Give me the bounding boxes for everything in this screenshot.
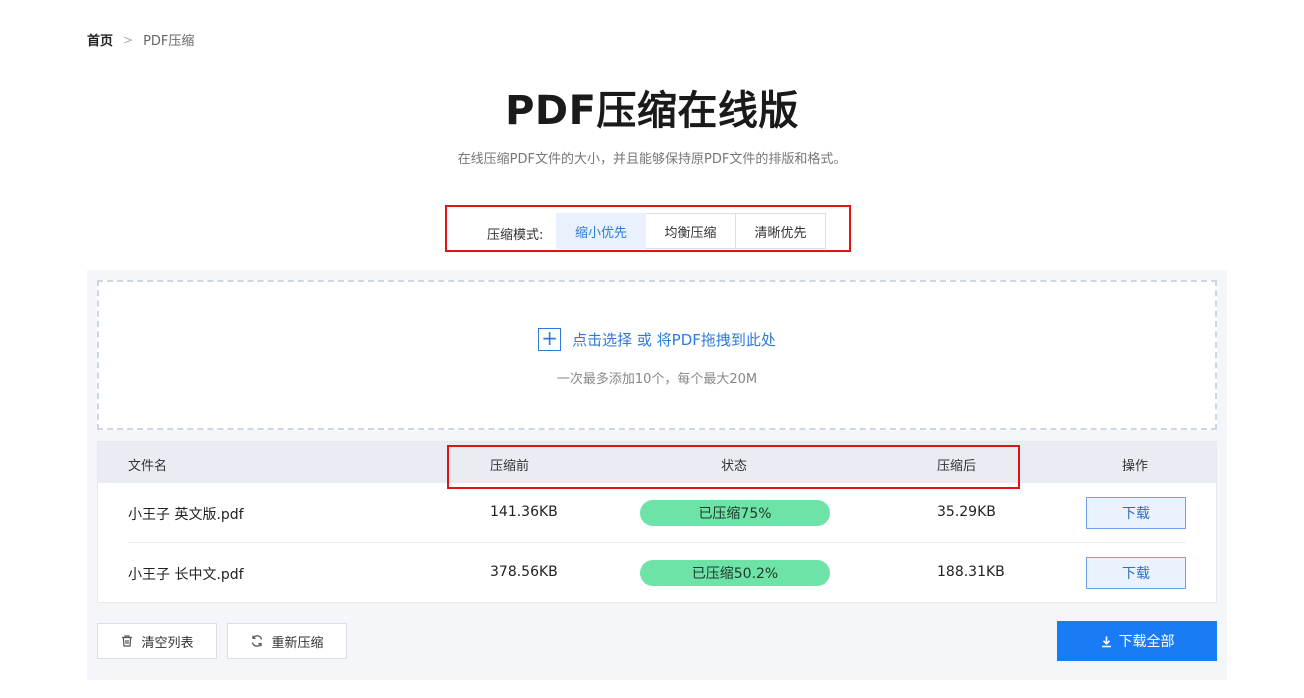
row-filename: 小王子 英文版.pdf <box>128 507 244 523</box>
highlight-frame-columns <box>447 445 1020 489</box>
page-title: PDF压缩在线版 <box>505 88 799 134</box>
recompress-label[interactable]: 重新压缩 <box>271 632 323 651</box>
row-size-after: 188.31KB <box>937 564 1005 580</box>
download-all-button[interactable]: 下载全部 <box>1057 621 1217 661</box>
trash-icon <box>120 634 134 648</box>
row-size-before: 141.36KB <box>490 504 558 520</box>
breadcrumb: 首页 > PDF压缩 <box>87 30 195 50</box>
chevron-right-icon: > <box>123 32 134 47</box>
page-subtitle: 在线压缩PDF文件的大小，并且能够保持原PDF文件的排版和格式。 <box>457 152 847 167</box>
download-button[interactable]: 下载 <box>1086 497 1186 529</box>
upload-trigger[interactable]: + 点击选择 或 将PDF拖拽到此处 <box>99 328 1215 351</box>
mode-option-shrink-first[interactable]: 缩小优先 <box>556 213 646 249</box>
breadcrumb-home[interactable]: 首页 <box>87 30 113 49</box>
recompress-button[interactable]: 重新压缩 <box>227 623 347 659</box>
upload-hint: 一次最多添加10个，每个最大20M <box>556 372 758 387</box>
mode-selector: 缩小优先 均衡压缩 清晰优先 <box>556 213 826 249</box>
status-badge: 已压缩50.2% <box>640 560 830 586</box>
status-badge: 已压缩75% <box>640 500 830 526</box>
row-size-before: 378.56KB <box>490 564 558 580</box>
download-icon <box>1100 635 1113 648</box>
mode-option-clarity-first[interactable]: 清晰优先 <box>736 213 826 249</box>
mode-label: 压缩模式: <box>487 228 544 243</box>
plus-icon[interactable]: + <box>538 328 562 351</box>
row-size-after: 35.29KB <box>937 504 996 520</box>
header-action: 操作 <box>1122 459 1149 474</box>
breadcrumb-current: PDF压缩 <box>143 34 195 49</box>
upload-dropzone[interactable]: + 点击选择 或 将PDF拖拽到此处 一次最多添加10个，每个最大20M <box>97 280 1217 430</box>
clear-list-label[interactable]: 清空列表 <box>141 632 193 651</box>
clear-list-button[interactable]: 清空列表 <box>97 623 217 659</box>
table-row: 小王子 长中文.pdf 378.56KB 已压缩50.2% 188.31KB 下… <box>98 543 1216 603</box>
table-row: 小王子 英文版.pdf 141.36KB 已压缩75% 35.29KB 下载 <box>98 483 1216 543</box>
download-all-label[interactable]: 下载全部 <box>1119 631 1175 651</box>
mode-option-balanced[interactable]: 均衡压缩 <box>646 213 736 249</box>
header-filename: 文件名 <box>128 459 168 474</box>
row-filename: 小王子 长中文.pdf <box>128 567 244 583</box>
upload-prompt[interactable]: 点击选择 或 将PDF拖拽到此处 <box>572 329 776 350</box>
refresh-icon <box>250 634 264 648</box>
download-button[interactable]: 下载 <box>1086 557 1186 589</box>
